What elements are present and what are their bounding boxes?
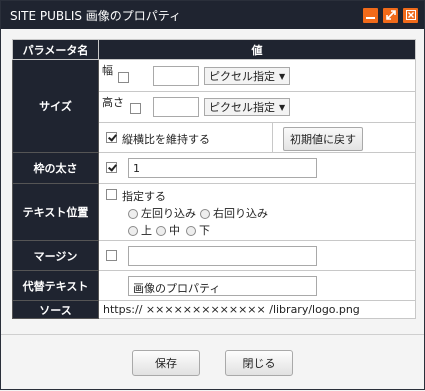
- alt-text-label: 代替テキスト: [12, 270, 99, 301]
- height-input[interactable]: [153, 97, 199, 117]
- width-checkbox[interactable]: [118, 72, 129, 83]
- radio-top[interactable]: [128, 226, 138, 236]
- maximize-icon[interactable]: [383, 7, 398, 23]
- width-input[interactable]: [153, 66, 199, 86]
- radio-right[interactable]: [200, 209, 210, 219]
- radio-bottom[interactable]: [186, 226, 196, 236]
- title-bar[interactable]: SITE PUBLIS 画像のプロパティ: [1, 1, 424, 29]
- close-button[interactable]: 閉じる: [225, 350, 293, 376]
- radio-left-label: 左回り込み: [141, 207, 196, 220]
- margin-checkbox[interactable]: [106, 250, 117, 261]
- alt-text-cell: 画像のプロパティ: [98, 270, 416, 301]
- dialog-footer: 保存 閉じる: [1, 334, 424, 391]
- text-position-specify-label: 指定する: [122, 190, 166, 203]
- save-button[interactable]: 保存: [132, 350, 200, 376]
- border-cell: 1: [98, 152, 416, 184]
- reset-button[interactable]: 初期値に戻す: [283, 127, 363, 151]
- radio-left-wrap[interactable]: 左回り込み: [128, 205, 196, 221]
- margin-cell: [98, 240, 416, 271]
- radio-top-label: 上: [141, 224, 152, 237]
- radio-bottom-wrap[interactable]: 下: [186, 222, 210, 238]
- margin-input[interactable]: [128, 246, 317, 266]
- radio-right-wrap[interactable]: 右回り込み: [200, 205, 268, 221]
- height-label: 高さ: [102, 96, 124, 109]
- radio-middle-label: 中: [169, 224, 180, 237]
- text-position-label: テキスト位置: [12, 183, 99, 241]
- height-checkbox[interactable]: [130, 103, 141, 114]
- margin-label: マージン: [12, 240, 99, 271]
- width-unit-value: ピクセル指定: [209, 70, 275, 83]
- text-position-cell: 指定する 左回り込み 右回り込み 上 中 下: [98, 183, 416, 241]
- window-title: SITE PUBLIS 画像のプロパティ: [10, 8, 182, 23]
- chevron-down-icon: ▼: [279, 102, 286, 112]
- parameter-table: パラメータ名 値 サイズ 幅 ピクセル指定 ▼ 高さ ピクセル指定 ▼ 縦横比を…: [12, 39, 416, 319]
- cell-divider: [272, 123, 273, 152]
- radio-right-label: 右回り込み: [213, 207, 268, 220]
- radio-bottom-label: 下: [199, 224, 210, 237]
- keep-ratio-checkbox[interactable]: [106, 132, 117, 143]
- close-icon[interactable]: [403, 7, 418, 23]
- column-header-value: 値: [98, 39, 416, 60]
- size-label: サイズ: [12, 59, 99, 153]
- border-checkbox[interactable]: [106, 162, 117, 173]
- source-cell: https:// ××××××××××××× /library/logo.png: [98, 300, 416, 319]
- dialog-window: SITE PUBLIS 画像のプロパティ パラメータ名 値 サイズ 幅 ピクセル…: [0, 0, 425, 390]
- height-unit-select[interactable]: ピクセル指定 ▼: [204, 98, 291, 116]
- chevron-down-icon: ▼: [279, 71, 286, 81]
- radio-middle-wrap[interactable]: 中: [156, 222, 180, 238]
- size-height-cell: 高さ ピクセル指定 ▼: [98, 91, 416, 123]
- width-unit-select[interactable]: ピクセル指定 ▼: [204, 67, 291, 85]
- border-input[interactable]: 1: [128, 158, 317, 178]
- minimize-icon[interactable]: [363, 7, 378, 23]
- source-label: ソース: [12, 300, 99, 319]
- source-value: https:// ××××××××××××× /library/logo.png: [103, 303, 360, 316]
- border-label: 枠の太さ: [12, 152, 99, 184]
- text-position-checkbox[interactable]: [106, 189, 117, 200]
- radio-left[interactable]: [128, 209, 138, 219]
- width-label: 幅: [102, 64, 113, 77]
- radio-middle[interactable]: [156, 226, 166, 236]
- column-header-parameter: パラメータ名: [12, 39, 99, 60]
- keep-ratio-cell: 縦横比を維持する 初期値に戻す: [98, 122, 416, 153]
- alt-text-input[interactable]: 画像のプロパティ: [128, 276, 317, 296]
- size-width-cell: 幅 ピクセル指定 ▼: [98, 59, 416, 92]
- keep-ratio-label: 縦横比を維持する: [122, 133, 210, 146]
- radio-top-wrap[interactable]: 上: [128, 222, 152, 238]
- height-unit-value: ピクセル指定: [209, 101, 275, 114]
